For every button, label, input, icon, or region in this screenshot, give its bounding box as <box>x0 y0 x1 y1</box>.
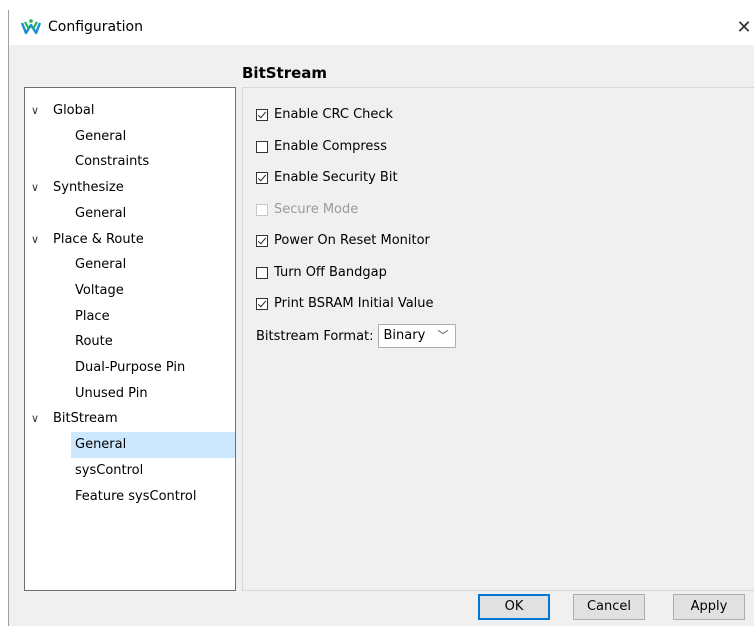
tree-group[interactable]: ∨ BitStream <box>25 406 235 432</box>
option-checkbox[interactable]: Power On Reset Monitor <box>256 231 430 251</box>
bitstream-format-select[interactable]: Binary ﹀ <box>377 324 456 348</box>
tree-item[interactable]: Voltage <box>25 278 235 304</box>
tree-item-label: Unused Pin <box>75 385 148 401</box>
tree-item-label: Constraints <box>75 154 150 170</box>
app-logo-icon <box>21 19 41 35</box>
tree-item[interactable]: General <box>25 252 235 278</box>
option-label: Power On Reset Monitor <box>274 233 430 248</box>
tree-item[interactable]: General <box>25 201 235 227</box>
ok-button[interactable]: OK <box>478 594 550 620</box>
cancel-button[interactable]: Cancel <box>573 594 645 620</box>
tree-item[interactable]: General <box>25 124 235 150</box>
tree-item[interactable]: Feature sysControl <box>25 484 235 510</box>
close-icon[interactable]: ✕ <box>733 10 754 45</box>
option-label: Secure Mode <box>274 201 359 217</box>
tree-item-label: General <box>75 205 127 221</box>
tree-item-label: Voltage <box>75 282 124 298</box>
option-label: Print BSRAM Initial Value <box>274 296 434 311</box>
checkbox-checked-icon[interactable] <box>256 235 268 247</box>
option-checkbox: Secure Mode <box>256 200 358 220</box>
option-checkbox[interactable]: Enable CRC Check <box>256 105 393 125</box>
tree-item-label: Global <box>53 103 95 118</box>
tree-item-label: Place <box>75 308 110 324</box>
tree-item-label: BitStream <box>53 411 118 427</box>
tree-item[interactable]: Dual-Purpose Pin <box>25 355 235 381</box>
tree-group[interactable]: ∨ Place & Route <box>25 227 235 253</box>
tree-item[interactable]: Unused Pin <box>25 381 235 407</box>
bitstream-format-label: Bitstream Format: <box>256 328 374 344</box>
tree-item-label: sysControl <box>75 462 144 478</box>
tree-item-label: General <box>75 437 127 453</box>
option-checkbox[interactable]: Enable Security Bit <box>256 168 398 188</box>
option-checkbox[interactable]: Print BSRAM Initial Value <box>256 294 434 314</box>
window-title: Configuration <box>48 19 143 35</box>
tree-item-label: Place & Route <box>53 231 144 247</box>
chevron-down-icon[interactable]: ∨ <box>31 227 39 253</box>
tree-item-label: Feature sysControl <box>75 488 197 504</box>
option-label: Enable Security Bit <box>274 170 398 185</box>
tree-group[interactable]: ∨ Global <box>25 98 235 124</box>
bitstream-format-row: Bitstream Format: Binary ﹀ <box>256 324 456 348</box>
checkbox-unchecked-icon[interactable] <box>256 140 268 153</box>
panel-title: BitStream <box>242 64 328 82</box>
title-bar: Configuration ✕ <box>9 10 754 45</box>
option-checkbox[interactable]: Turn Off Bandgap <box>256 263 387 283</box>
option-label: Enable Compress <box>274 138 387 154</box>
chevron-down-icon: ﹀ <box>437 329 449 342</box>
tree-item[interactable]: General <box>71 432 235 459</box>
configuration-dialog: Configuration ✕ BitStream ∨ Global General… <box>8 10 754 626</box>
option-checkbox[interactable]: Enable Compress <box>256 137 387 157</box>
checkbox-checked-icon[interactable] <box>256 172 268 184</box>
bitstream-format-value: Binary <box>383 328 426 343</box>
tree-item-label: General <box>75 128 127 144</box>
category-tree[interactable]: ∨ Global General Constraints ∨ Synthesize Gene… <box>24 87 236 591</box>
tree-item-label: Dual-Purpose Pin <box>75 360 186 375</box>
tree-group[interactable]: ∨ Synthesize <box>25 175 235 201</box>
apply-button[interactable]: Apply <box>673 594 745 620</box>
chevron-down-icon[interactable]: ∨ <box>31 406 39 432</box>
option-label: Enable CRC Check <box>274 107 394 122</box>
tree-item-label: General <box>75 257 127 273</box>
tree-item-label: Synthesize <box>53 180 124 196</box>
checkbox-checked-icon[interactable] <box>256 109 268 121</box>
checkbox-checked-icon[interactable] <box>256 298 268 310</box>
checkbox-unchecked-icon[interactable] <box>256 266 268 279</box>
tree-item[interactable]: Constraints <box>25 149 235 175</box>
tree-item[interactable]: Route <box>25 329 235 355</box>
chevron-down-icon[interactable]: ∨ <box>31 175 39 201</box>
tree-item-label: Route <box>75 334 113 350</box>
chevron-down-icon[interactable]: ∨ <box>31 98 39 124</box>
tree-item[interactable]: sysControl <box>25 458 235 484</box>
checkbox-unchecked-icon <box>256 203 268 216</box>
bitstream-settings-panel: Bitstream Format: Binary ﹀ Enable CRC Ch… <box>242 87 754 591</box>
tree-item[interactable]: Place <box>25 304 235 330</box>
option-label: Turn Off Bandgap <box>274 264 387 280</box>
